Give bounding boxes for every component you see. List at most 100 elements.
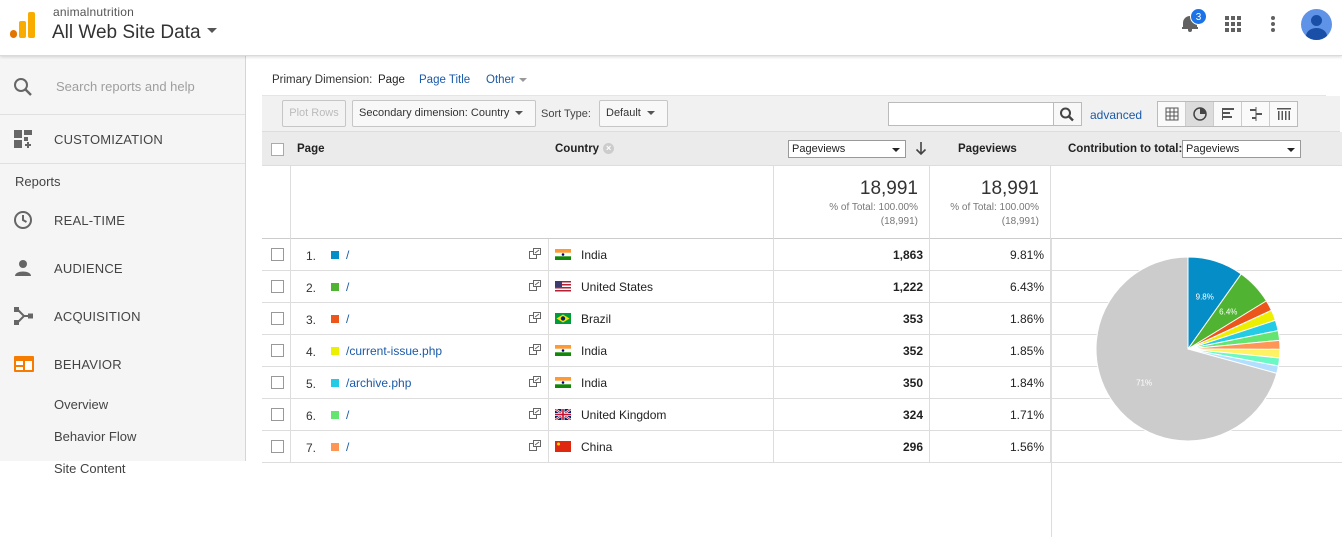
flag-india-icon (555, 249, 571, 260)
page-cell (291, 271, 549, 303)
row-number: 4. (306, 345, 317, 359)
sidebar-item-label: ACQUISITION (54, 309, 141, 324)
sidebar-subitem-label: Site Content (54, 461, 126, 476)
pivot-view-icon[interactable] (1270, 102, 1298, 126)
data-table-view-icon[interactable] (1158, 102, 1186, 126)
table-search-input[interactable] (888, 102, 1054, 126)
performance-bar-view-icon[interactable] (1214, 102, 1242, 126)
percentage-pie-view-icon[interactable] (1186, 102, 1214, 126)
open-external-icon[interactable] (529, 312, 541, 323)
sort-descending-arrow-icon[interactable] (915, 141, 927, 156)
country-link[interactable]: India (581, 376, 607, 390)
sidebar-item-customization[interactable]: CUSTOMIZATION (0, 115, 245, 164)
open-external-icon[interactable] (529, 280, 541, 291)
sidebar-item-acquisition[interactable]: ACQUISITION (0, 292, 245, 340)
flag-uk-icon (555, 409, 571, 420)
notification-badge[interactable]: 3 (1190, 8, 1207, 25)
page-link[interactable]: / (346, 248, 349, 262)
row-checkbox[interactable] (271, 280, 284, 293)
open-external-icon[interactable] (529, 376, 541, 387)
sidebar-search[interactable]: Search reports and help (0, 56, 245, 115)
page-link[interactable]: / (346, 408, 349, 422)
view-switcher (1157, 101, 1298, 127)
select-all-checkbox[interactable] (271, 143, 284, 156)
remove-dimension-icon[interactable]: × (603, 143, 615, 155)
series-color-swatch (331, 443, 339, 451)
pie-slice-label: 71% (1136, 378, 1152, 387)
search-icon (14, 78, 32, 96)
series-color-swatch (331, 411, 339, 419)
more-options-icon[interactable] (1271, 16, 1275, 32)
country-link[interactable]: India (581, 344, 607, 358)
open-external-icon[interactable] (529, 440, 541, 451)
search-icon (1060, 107, 1074, 122)
dimension-page-title[interactable]: Page Title (419, 74, 470, 86)
user-avatar[interactable] (1301, 9, 1332, 40)
sidebar-item-behavior[interactable]: BEHAVIOR (0, 340, 245, 388)
column-header-country-label: Country (555, 143, 600, 155)
row-select-cell (262, 239, 291, 271)
row-checkbox[interactable] (271, 344, 284, 357)
total-abs: (18,991) (1001, 216, 1039, 227)
row-number: 7. (306, 441, 317, 455)
contribution-select[interactable]: Pageviews (1182, 140, 1301, 158)
acquisition-icon (14, 307, 33, 325)
plot-rows-button[interactable]: Plot Rows (282, 100, 346, 127)
country-link[interactable]: United States (581, 280, 653, 294)
row-select-cell (262, 367, 291, 399)
property-selector[interactable]: All Web Site Data (52, 22, 217, 44)
column-header-page[interactable]: Page (297, 143, 325, 155)
open-external-icon[interactable] (529, 344, 541, 355)
table-header: Page Country × Pageviews Pageviews Contri… (262, 132, 1342, 166)
column-header-pageviews[interactable]: Pageviews (958, 143, 1017, 155)
behavior-icon (14, 356, 34, 372)
pageviews-pct: 1.71% (1009, 408, 1044, 422)
chevron-down-icon (515, 111, 524, 116)
page-link[interactable]: /current-issue.php (346, 344, 442, 358)
country-link[interactable]: India (581, 248, 607, 262)
sidebar-subitem-behavior-flow[interactable]: Behavior Flow (0, 420, 245, 452)
metric-select[interactable]: Pageviews (788, 140, 906, 158)
sort-type-select[interactable]: Default (599, 100, 668, 127)
dimension-page[interactable]: Page (378, 74, 405, 86)
advanced-filter-link[interactable]: advanced (1090, 108, 1142, 122)
row-checkbox[interactable] (271, 440, 284, 453)
row-checkbox[interactable] (271, 248, 284, 261)
page-link[interactable]: / (346, 280, 349, 294)
totals-row: 18,991 % of Total: 100.00% (18,991) 18,9… (262, 166, 1342, 239)
analytics-logo-icon[interactable] (10, 12, 36, 38)
secondary-dimension-select[interactable]: Secondary dimension: Country (352, 100, 536, 127)
open-external-icon[interactable] (529, 248, 541, 259)
total-pct: % of Total: 100.00% (950, 202, 1039, 213)
sidebar-item-audience[interactable]: AUDIENCE (0, 244, 245, 292)
sidebar-subitem-overview[interactable]: Overview (0, 388, 245, 420)
column-header-country[interactable]: Country × (555, 143, 615, 155)
row-checkbox[interactable] (271, 312, 284, 325)
country-link[interactable]: Brazil (581, 312, 611, 326)
comparison-view-icon[interactable] (1242, 102, 1270, 126)
pie-slice-label: 6.4% (1219, 307, 1237, 316)
dimension-other[interactable]: Other (486, 74, 527, 86)
contribution-pie-chart: 9.8% 6.4% 71% (1095, 256, 1281, 442)
table-search-button[interactable] (1054, 102, 1082, 126)
country-link[interactable]: China (581, 440, 612, 454)
account-name[interactable]: animalnutrition (53, 5, 134, 19)
sidebar-item-realtime[interactable]: REAL-TIME (0, 196, 245, 244)
page-link[interactable]: / (346, 312, 349, 326)
apps-grid-icon[interactable] (1225, 16, 1241, 32)
row-checkbox[interactable] (271, 376, 284, 389)
page-link[interactable]: /archive.php (346, 376, 411, 390)
pageviews-pct: 6.43% (1009, 280, 1044, 294)
row-number: 2. (306, 281, 317, 295)
clock-icon (14, 211, 32, 229)
country-link[interactable]: United Kingdom (581, 408, 666, 422)
open-external-icon[interactable] (529, 408, 541, 419)
row-select-cell (262, 271, 291, 303)
row-select-cell (262, 303, 291, 335)
row-checkbox[interactable] (271, 408, 284, 421)
total-value: 18,991 (859, 178, 918, 199)
page-link[interactable]: / (346, 440, 349, 454)
pageviews-value: 324 (902, 408, 923, 422)
sidebar-subitem-site-content[interactable]: Site Content (0, 452, 245, 484)
pageviews-value: 352 (902, 344, 923, 358)
